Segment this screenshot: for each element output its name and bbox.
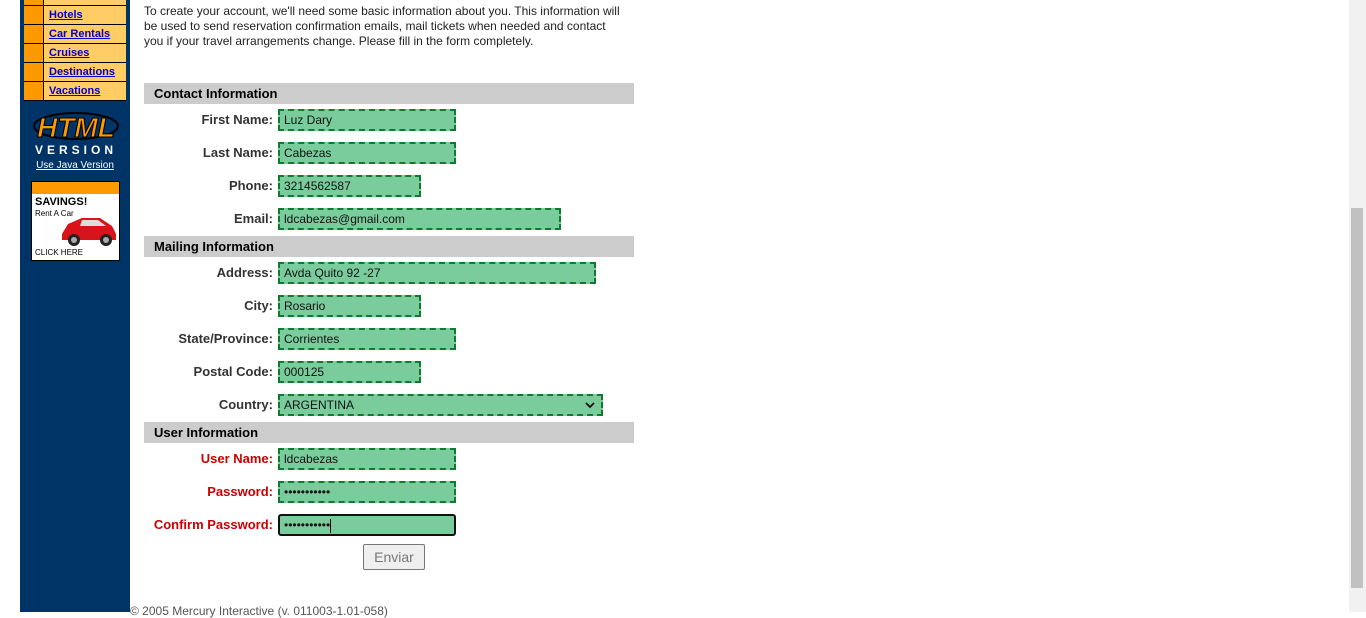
- first-name-label: First Name:: [201, 112, 273, 127]
- nav-bullet: [24, 25, 43, 43]
- nav-row-top-fill: [44, 0, 126, 5]
- nav-bullet: [24, 63, 43, 81]
- scrollbar-thumb[interactable]: [1351, 208, 1363, 588]
- sidebar-item-label[interactable]: Car Rentals: [44, 25, 126, 43]
- ad-top-bar: [32, 182, 119, 194]
- chevron-down-icon: [585, 402, 595, 409]
- section-contact-information: Contact Information: [144, 83, 634, 104]
- password-label: Password:: [207, 484, 273, 499]
- nav-row-top: [24, 0, 126, 5]
- sidebar-item-vacations[interactable]: Vacations: [24, 82, 126, 100]
- red-car-icon: [62, 218, 116, 246]
- confirm-password-label: Confirm Password:: [153, 517, 273, 532]
- ad-title: SAVINGS!: [35, 196, 88, 208]
- use-java-version-link[interactable]: Use Java Version: [20, 160, 130, 171]
- phone-input[interactable]: 3214562587: [278, 175, 421, 197]
- sidebar-item-label[interactable]: Vacations: [44, 82, 126, 100]
- phone-label: Phone:: [228, 178, 273, 193]
- sidebar-item-label[interactable]: Hotels: [44, 6, 126, 24]
- confirm-password-value: •••••••••••: [284, 518, 331, 532]
- postal-code-input[interactable]: 000125: [278, 361, 421, 383]
- sidebar-item-car-rentals[interactable]: Car Rentals: [24, 25, 126, 43]
- confirm-password-input[interactable]: •••••••••••: [278, 514, 456, 536]
- city-input[interactable]: Rosario: [278, 295, 421, 317]
- html-version-logo: HTML VERSION: [33, 112, 119, 157]
- email-label: Email:: [233, 211, 273, 226]
- vertical-scrollbar[interactable]: [1349, 0, 1366, 612]
- last-name-input[interactable]: Cabezas: [278, 142, 456, 164]
- password-input[interactable]: •••••••••••: [278, 481, 456, 503]
- sidebar-item-hotels[interactable]: Hotels: [24, 6, 126, 24]
- state-province-label: State/Province:: [178, 331, 273, 346]
- ad-cta: CLICK HERE: [35, 248, 84, 257]
- last-name-label: Last Name:: [202, 145, 273, 160]
- savings-ad-banner[interactable]: SAVINGS! Rent A Car CLICK HERE: [31, 181, 120, 261]
- city-label: City:: [244, 298, 273, 313]
- country-select-value: ARGENTINA: [284, 398, 355, 412]
- state-province-input[interactable]: Corrientes: [278, 328, 456, 350]
- submit-button[interactable]: Enviar: [363, 544, 425, 570]
- email-input[interactable]: ldcabezas@gmail.com: [278, 208, 561, 230]
- nav-bullet: [24, 82, 43, 100]
- country-select[interactable]: ARGENTINA: [278, 394, 603, 416]
- nav-bullet: [24, 6, 43, 24]
- logo-html-text: HTML: [37, 112, 115, 143]
- first-name-input[interactable]: Luz Dary: [278, 109, 456, 131]
- text-cursor: [330, 518, 332, 533]
- user-name-input[interactable]: ldcabezas: [278, 448, 456, 470]
- address-input[interactable]: Avda Quito 92 -27: [278, 262, 596, 284]
- footer-copyright: © 2005 Mercury Interactive (v. 011003-1.…: [130, 604, 388, 618]
- section-mailing-information: Mailing Information: [144, 236, 634, 257]
- sidebar-item-cruises[interactable]: Cruises: [24, 44, 126, 62]
- user-name-label: User Name:: [200, 451, 273, 466]
- country-label: Country:: [218, 397, 273, 412]
- sidebar-item-destinations[interactable]: Destinations: [24, 63, 126, 81]
- address-label: Address:: [216, 265, 273, 280]
- section-user-information: User Information: [144, 422, 634, 443]
- intro-text: To create your account, we'll need some …: [144, 4, 620, 48]
- postal-code-label: Postal Code:: [193, 364, 273, 379]
- logo-version-text: VERSION: [35, 143, 117, 157]
- sidebar: Hotels Car Rentals Cruises Destinations …: [20, 0, 130, 612]
- sidebar-item-label[interactable]: Cruises: [44, 44, 126, 62]
- sidebar-item-label[interactable]: Destinations: [44, 63, 126, 81]
- nav-bullet: [24, 0, 43, 5]
- nav-bullet: [24, 44, 43, 62]
- sidebar-nav: Hotels Car Rentals Cruises Destinations …: [24, 0, 126, 101]
